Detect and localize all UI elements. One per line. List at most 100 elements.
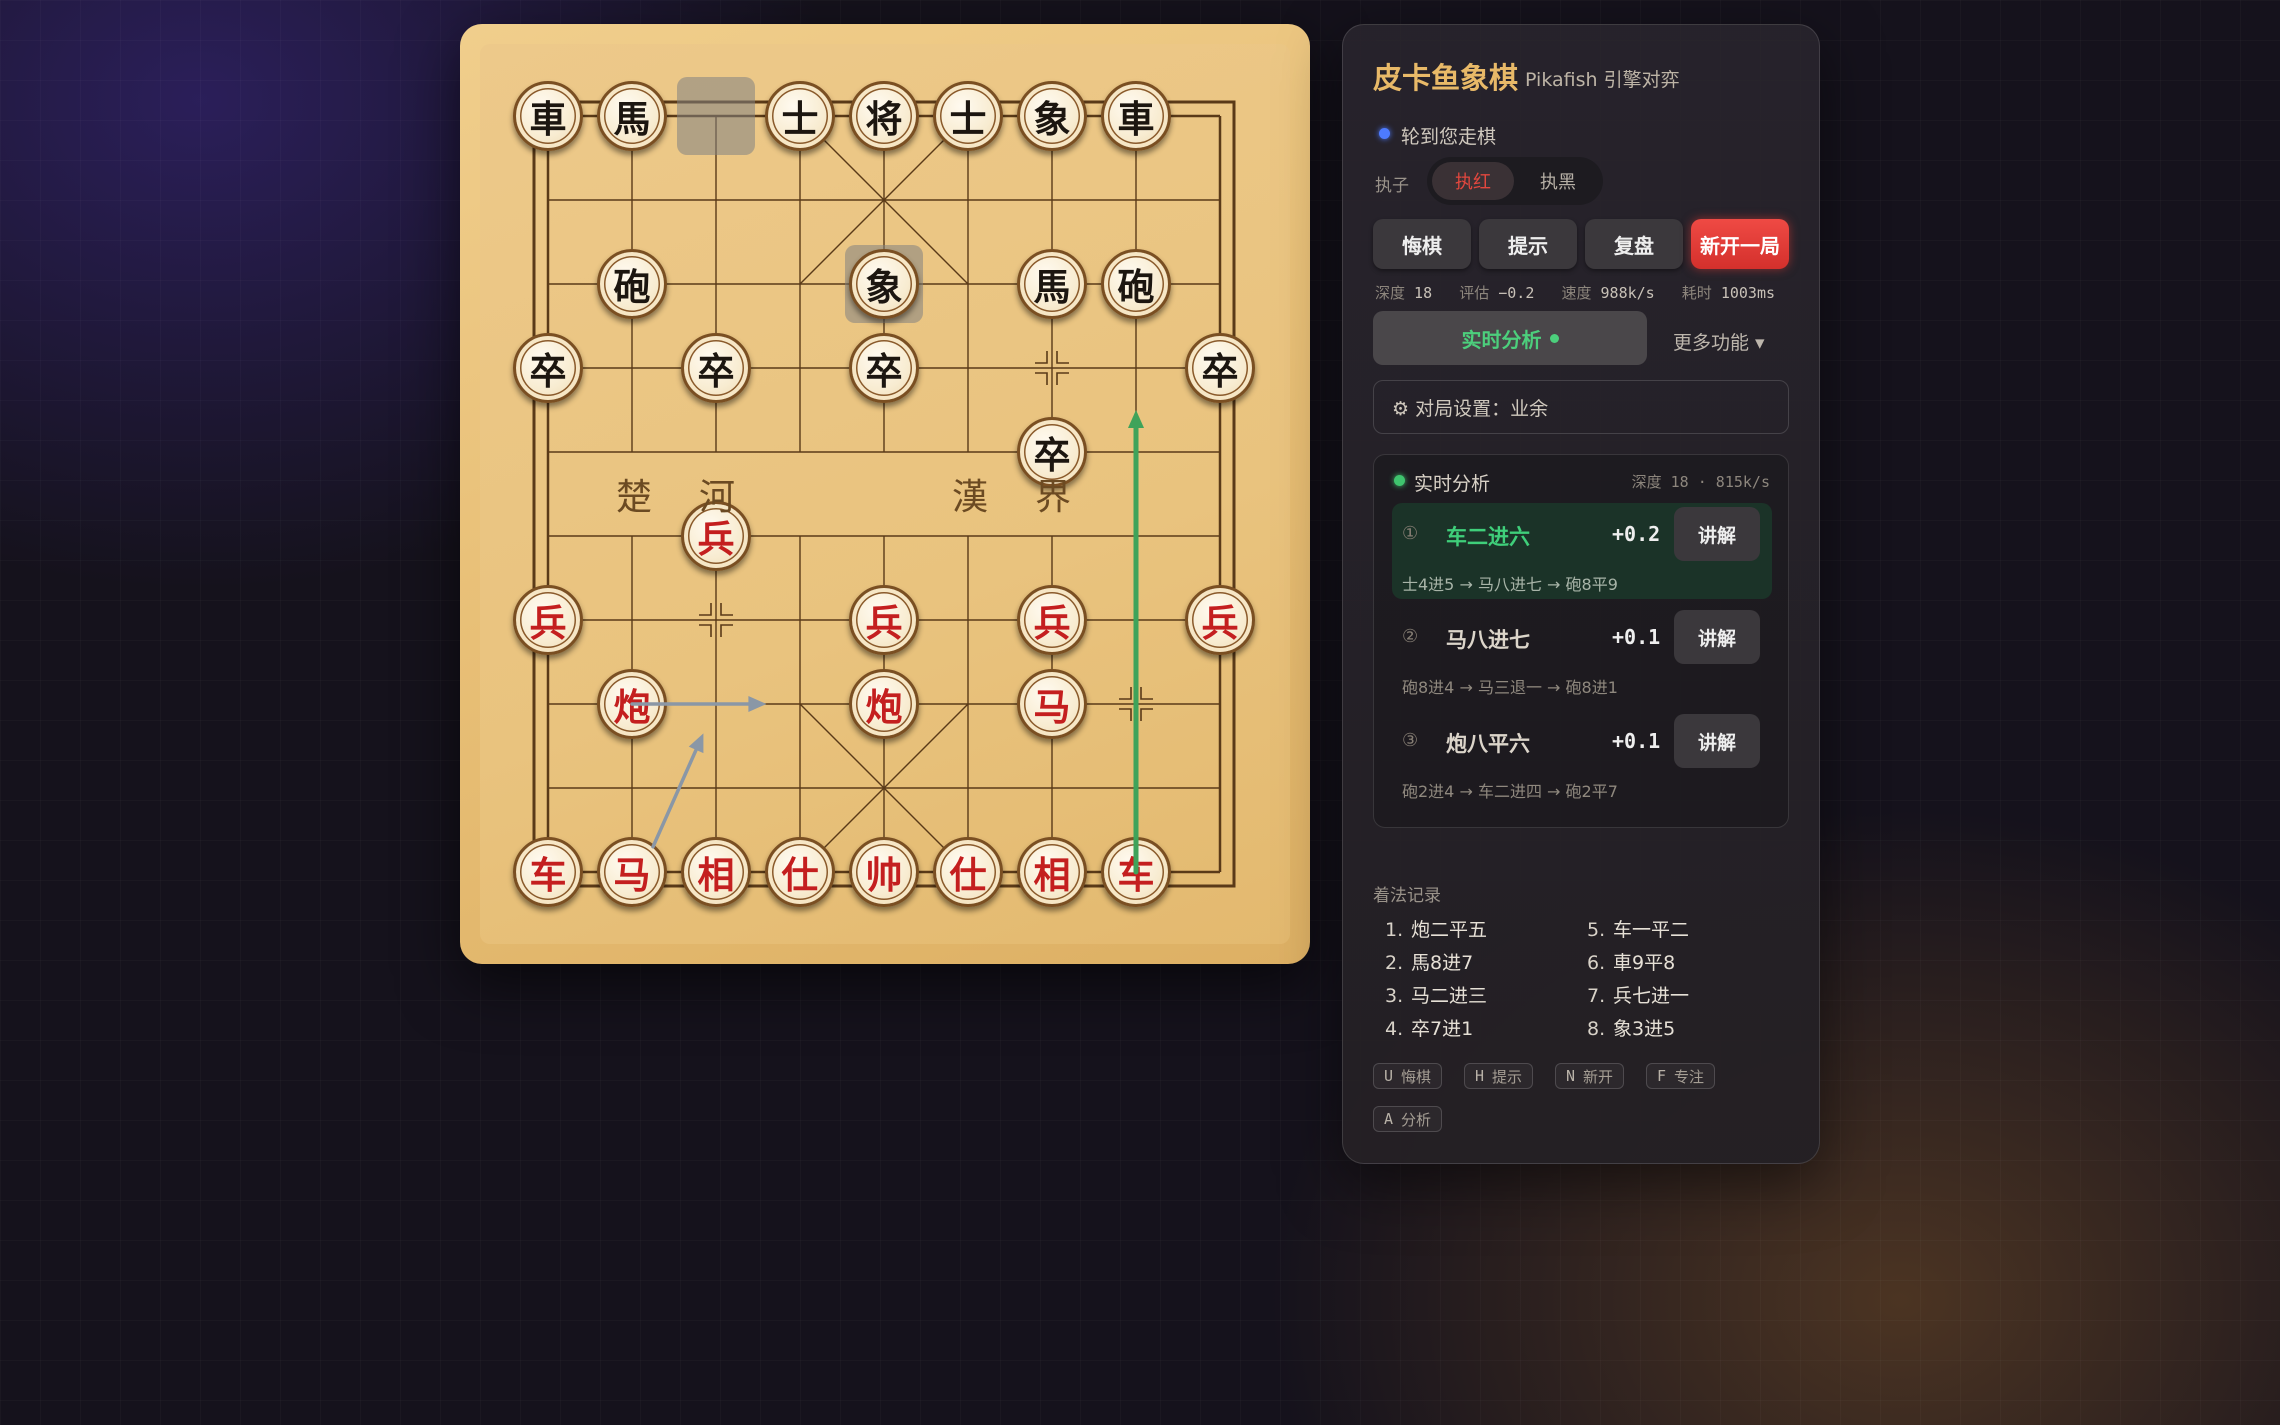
red-piece[interactable]: 兵 <box>513 585 583 655</box>
analysis-panel: 实时分析 深度 18 · 815k/s ① 车二进六 +0.2 讲解 士4进5 … <box>1373 454 1789 828</box>
game-settings-button[interactable]: ⚙ 对局设置：业余 <box>1373 380 1789 434</box>
black-piece[interactable]: 卒 <box>513 333 583 403</box>
position-mark <box>699 624 712 637</box>
history-item[interactable]: 2. 馬8进7 <box>1385 948 1473 975</box>
eval-value: −0.2 <box>1498 284 1535 302</box>
history-number: 5. <box>1587 919 1606 941</box>
shortcut-hint: H 提示 <box>1464 1063 1534 1089</box>
more-features-button[interactable]: 更多功能 ▾ <box>1673 328 1765 355</box>
analysis-line[interactable]: ② 马八进七 +0.1 讲解 砲8进4 → 马三退一 → 砲8进1 <box>1392 606 1772 702</box>
red-piece[interactable]: 兵 <box>1185 585 1255 655</box>
active-dot-icon <box>1549 333 1559 343</box>
red-piece[interactable]: 车 <box>1101 837 1171 907</box>
history-move: 车一平二 <box>1613 919 1690 941</box>
river-char-he: 河 <box>698 477 736 518</box>
eval-label: 评估 <box>1459 284 1490 302</box>
history-item[interactable]: 8. 象3进5 <box>1587 1014 1675 1041</box>
history-item[interactable]: 6. 車9平8 <box>1587 948 1675 975</box>
position-mark <box>720 624 733 637</box>
shortcut-focus: F 专注 <box>1646 1063 1716 1089</box>
red-piece[interactable]: 兵 <box>849 585 919 655</box>
history-move: 馬8进7 <box>1411 952 1474 974</box>
red-piece[interactable]: 马 <box>1017 669 1087 739</box>
history-item[interactable]: 1. 炮二平五 <box>1385 915 1487 942</box>
line-move: 炮八平六 <box>1446 732 1530 756</box>
position-mark <box>699 603 712 616</box>
black-piece[interactable]: 卒 <box>849 333 919 403</box>
shortcut-label: 新开 <box>1583 1067 1614 1086</box>
explain-button[interactable]: 讲解 <box>1674 714 1760 768</box>
position-mark <box>1140 708 1153 721</box>
shortcut-new: N 新开 <box>1555 1063 1625 1089</box>
black-piece[interactable]: 馬 <box>597 81 667 151</box>
side-option-black[interactable]: 执黑 <box>1517 162 1599 200</box>
black-piece[interactable]: 象 <box>1017 81 1087 151</box>
red-piece[interactable]: 相 <box>681 837 751 907</box>
river-char-chu: 楚 <box>615 477 653 518</box>
black-piece[interactable]: 車 <box>513 81 583 151</box>
hint-button[interactable]: 提示 <box>1479 219 1577 269</box>
history-move: 象3进5 <box>1613 1018 1676 1040</box>
realtime-analysis-button[interactable]: 实时分析 <box>1373 311 1647 365</box>
black-piece[interactable]: 砲 <box>597 249 667 319</box>
analysis-line[interactable]: ① 车二进六 +0.2 讲解 士4进5 → 马八进七 → 砲8平9 <box>1392 503 1772 599</box>
analysis-line[interactable]: ③ 炮八平六 +0.1 讲解 砲2进4 → 车二进四 → 砲2平7 <box>1392 710 1772 806</box>
review-button[interactable]: 复盘 <box>1585 219 1683 269</box>
black-piece[interactable]: 士 <box>933 81 1003 151</box>
line-pv: 砲8进4 → 马三退一 → 砲8进1 <box>1402 678 1618 697</box>
xiangqi-board[interactable] <box>0 0 2280 1425</box>
black-piece[interactable]: 将 <box>849 81 919 151</box>
explain-button[interactable]: 讲解 <box>1674 610 1760 664</box>
position-mark <box>1056 372 1069 385</box>
turn-indicator-dot <box>1379 128 1390 139</box>
history-move: 卒7进1 <box>1411 1018 1474 1040</box>
history-number: 8. <box>1587 1018 1606 1040</box>
river-char-jie: 界 <box>1034 477 1072 518</box>
time-value: 1003ms <box>1720 284 1776 302</box>
history-item[interactable]: 5. 车一平二 <box>1587 915 1689 942</box>
shortcut-key: A <box>1384 1110 1394 1128</box>
red-piece[interactable]: 仕 <box>765 837 835 907</box>
red-piece[interactable]: 相 <box>1017 837 1087 907</box>
position-mark <box>720 603 733 616</box>
line-pv: 士4进5 → 马八进七 → 砲8平9 <box>1402 575 1618 594</box>
new-game-button[interactable]: 新开一局 <box>1691 219 1789 269</box>
history-item[interactable]: 7. 兵七进一 <box>1587 981 1689 1008</box>
shortcut-label: 提示 <box>1492 1067 1523 1086</box>
history-move: 兵七进一 <box>1613 985 1690 1007</box>
history-number: 4. <box>1385 1018 1404 1040</box>
line-score: +0.2 <box>1612 522 1661 546</box>
black-piece[interactable]: 象 <box>849 249 919 319</box>
black-piece[interactable]: 砲 <box>1101 249 1171 319</box>
realtime-analysis-label: 实时分析 <box>1461 327 1542 352</box>
shortcut-label: 专注 <box>1674 1067 1705 1086</box>
analysis-depth-info: 深度 18 · 815k/s <box>1631 473 1770 491</box>
move-history-title: 着法记录 <box>1373 886 1441 906</box>
red-piece[interactable]: 炮 <box>849 669 919 739</box>
black-piece[interactable]: 馬 <box>1017 249 1087 319</box>
side-option-red[interactable]: 执红 <box>1432 162 1514 200</box>
black-piece[interactable]: 士 <box>765 81 835 151</box>
history-move: 马二进三 <box>1411 985 1488 1007</box>
black-piece[interactable]: 車 <box>1101 81 1171 151</box>
history-item[interactable]: 3. 马二进三 <box>1385 981 1487 1008</box>
line-move: 车二进六 <box>1446 525 1530 549</box>
history-item[interactable]: 4. 卒7进1 <box>1385 1014 1473 1041</box>
red-piece[interactable]: 仕 <box>933 837 1003 907</box>
red-piece[interactable]: 车 <box>513 837 583 907</box>
red-piece[interactable]: 炮 <box>597 669 667 739</box>
explain-button[interactable]: 讲解 <box>1674 507 1760 561</box>
black-piece[interactable]: 卒 <box>681 333 751 403</box>
black-piece[interactable]: 卒 <box>1185 333 1255 403</box>
line-number: ③ <box>1402 730 1419 751</box>
shortcut-undo: U 悔棋 <box>1373 1063 1443 1089</box>
shortcut-key: N <box>1566 1067 1576 1085</box>
side-toggle: 执红 执黑 <box>1427 157 1603 205</box>
undo-button[interactable]: 悔棋 <box>1373 219 1471 269</box>
red-piece[interactable]: 马 <box>597 837 667 907</box>
analysis-title: 实时分析 <box>1414 473 1491 495</box>
red-piece[interactable]: 兵 <box>1017 585 1087 655</box>
red-piece[interactable]: 帅 <box>849 837 919 907</box>
position-mark <box>1056 351 1069 364</box>
position-mark <box>1035 351 1048 364</box>
